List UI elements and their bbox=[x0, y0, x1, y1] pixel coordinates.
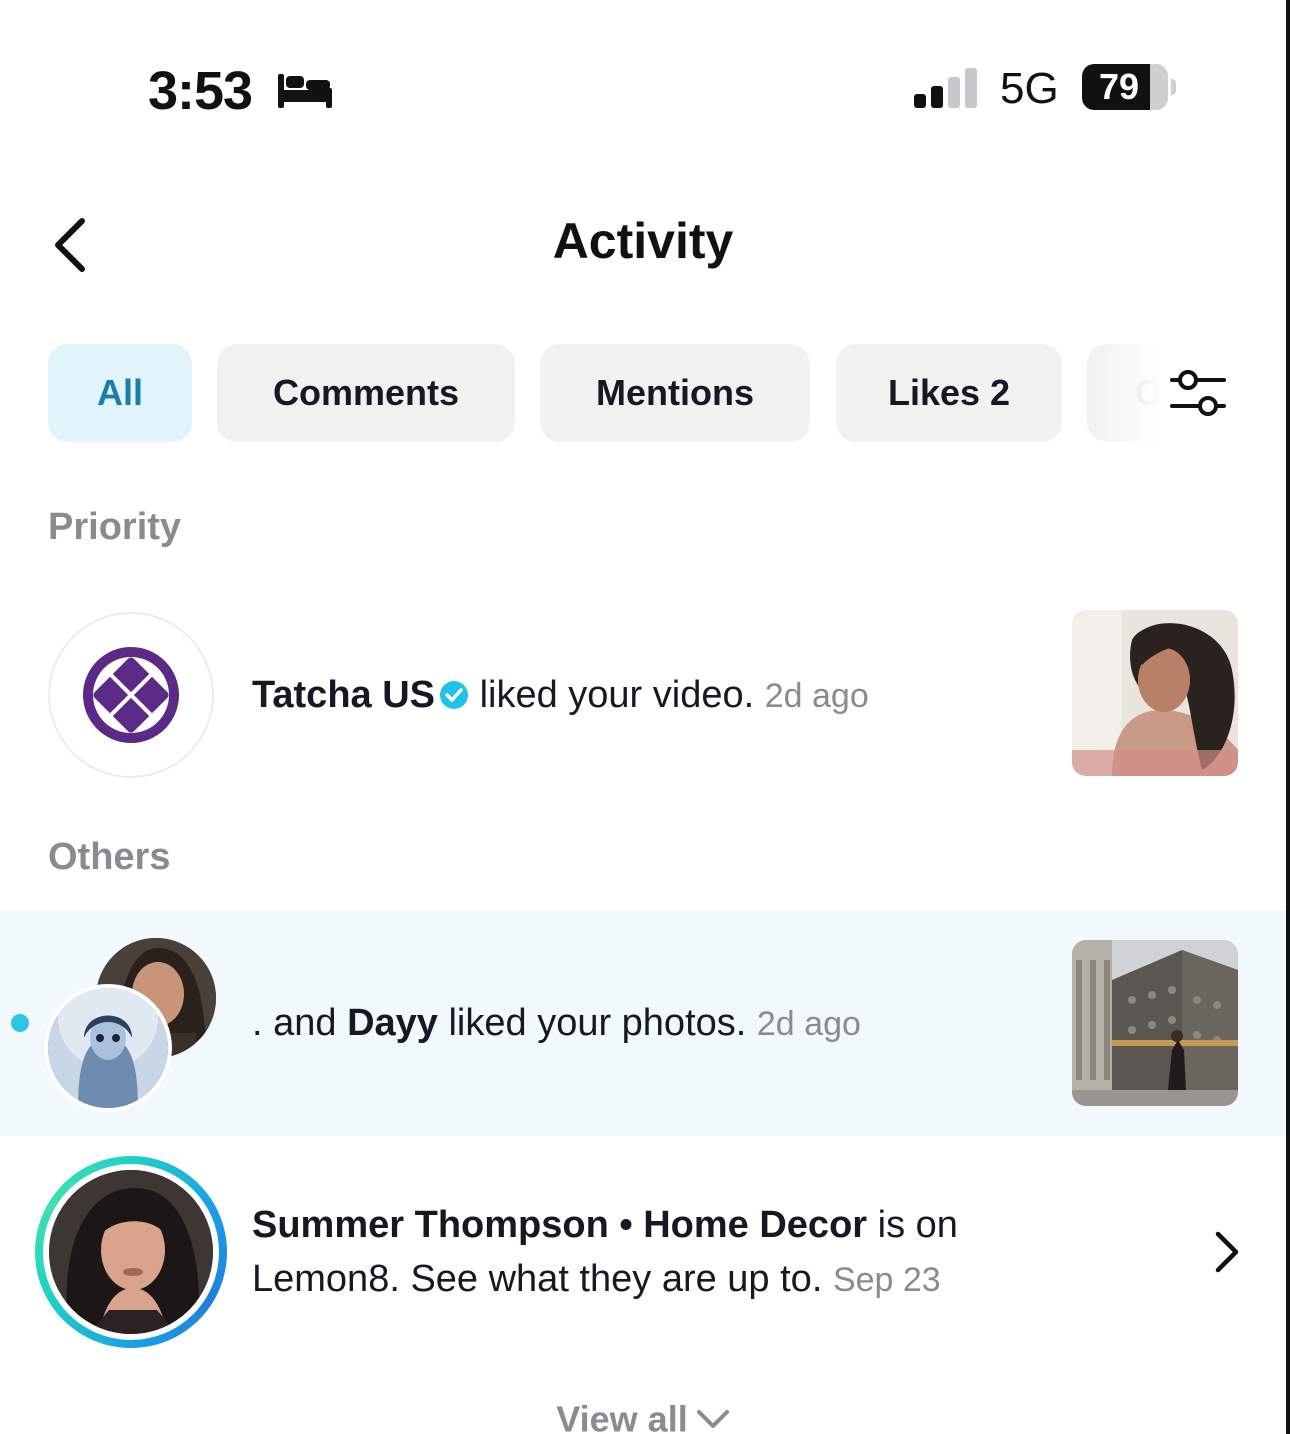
battery-nub bbox=[1171, 79, 1176, 95]
notification-time: 2d ago bbox=[764, 677, 869, 715]
notification-row-summer[interactable]: Summer Thompson • Home Decor is on Lemon… bbox=[0, 1150, 1286, 1350]
page-title: Activity bbox=[552, 213, 734, 269]
verified-badge-icon bbox=[440, 681, 469, 709]
status-bar: 3:53 5G 79 bbox=[0, 0, 1286, 170]
second-user-avatar-image bbox=[48, 988, 168, 1108]
network-type: 5G bbox=[1000, 64, 1059, 113]
notification-text: . and Dayy liked your photos. 2d ago bbox=[252, 996, 861, 1051]
notification-time: Sep 23 bbox=[832, 1261, 941, 1299]
battery-indicator: 79 bbox=[1082, 64, 1178, 110]
story-ring-gap bbox=[43, 1164, 219, 1340]
notification-prefix: . and bbox=[252, 1002, 348, 1044]
notification-text: Summer Thompson • Home Decor is on Lemon… bbox=[252, 1198, 1132, 1307]
chevron-down-icon bbox=[696, 1410, 729, 1429]
tab-all[interactable]: All bbox=[48, 344, 192, 442]
sleep-focus-icon bbox=[278, 74, 332, 108]
notification-row-dayy[interactable]: . and Dayy liked your photos. 2d ago bbox=[0, 910, 1286, 1136]
view-all-label: View all bbox=[556, 1398, 688, 1434]
tab-likes[interactable]: Likes 2 bbox=[836, 344, 1062, 442]
summer-avatar bbox=[49, 1170, 213, 1334]
notification-text: Tatcha US liked your video. 2d ago bbox=[252, 668, 869, 723]
screen-edge bbox=[1286, 0, 1290, 1434]
summer-avatar-image bbox=[49, 1170, 213, 1334]
unread-indicator bbox=[11, 1014, 29, 1032]
tatcha-logo-icon bbox=[83, 647, 179, 743]
section-others-label: Others bbox=[48, 836, 171, 878]
photo-thumbnail[interactable] bbox=[1072, 940, 1238, 1106]
chevron-right-icon[interactable] bbox=[1210, 1230, 1244, 1274]
second-user-avatar[interactable] bbox=[44, 984, 172, 1112]
cellular-signal-icon bbox=[914, 68, 977, 108]
notification-action-line-1: is on bbox=[867, 1204, 958, 1246]
notification-user[interactable]: Tatcha US bbox=[252, 674, 435, 716]
battery-percent: 79 bbox=[1098, 66, 1140, 107]
video-thumbnail-image bbox=[1072, 610, 1238, 776]
notification-line-2: Lemon8. See what they are up to. Sep 23 bbox=[252, 1252, 1132, 1307]
notification-action: liked your photos. bbox=[437, 1002, 747, 1044]
notification-line-1: Summer Thompson • Home Decor is on bbox=[252, 1198, 1132, 1252]
notification-action-line-2: Lemon8. See what they are up to. bbox=[252, 1258, 823, 1300]
status-time: 3:53 bbox=[148, 61, 253, 121]
filter-settings-icon[interactable] bbox=[1162, 360, 1232, 426]
tab-mentions[interactable]: Mentions bbox=[540, 344, 810, 442]
notification-user[interactable]: Dayy bbox=[347, 1002, 438, 1044]
notification-action: liked your video. bbox=[469, 674, 755, 716]
section-priority-label: Priority bbox=[48, 506, 182, 548]
story-ring[interactable] bbox=[35, 1156, 227, 1348]
tatcha-avatar[interactable] bbox=[48, 612, 214, 778]
notification-time: 2d ago bbox=[756, 1005, 861, 1043]
video-thumbnail[interactable] bbox=[1072, 610, 1238, 776]
notification-row-tatcha[interactable]: Tatcha US liked your video. 2d ago bbox=[0, 600, 1286, 790]
view-all-button[interactable]: View all bbox=[0, 1396, 1286, 1434]
tab-comments[interactable]: Comments bbox=[217, 344, 515, 442]
photo-thumbnail-image bbox=[1072, 940, 1238, 1106]
notification-user[interactable]: Summer Thompson • Home Decor bbox=[252, 1204, 867, 1246]
filter-tabs: All Comments Mentions Likes 2 C bbox=[48, 344, 1238, 442]
